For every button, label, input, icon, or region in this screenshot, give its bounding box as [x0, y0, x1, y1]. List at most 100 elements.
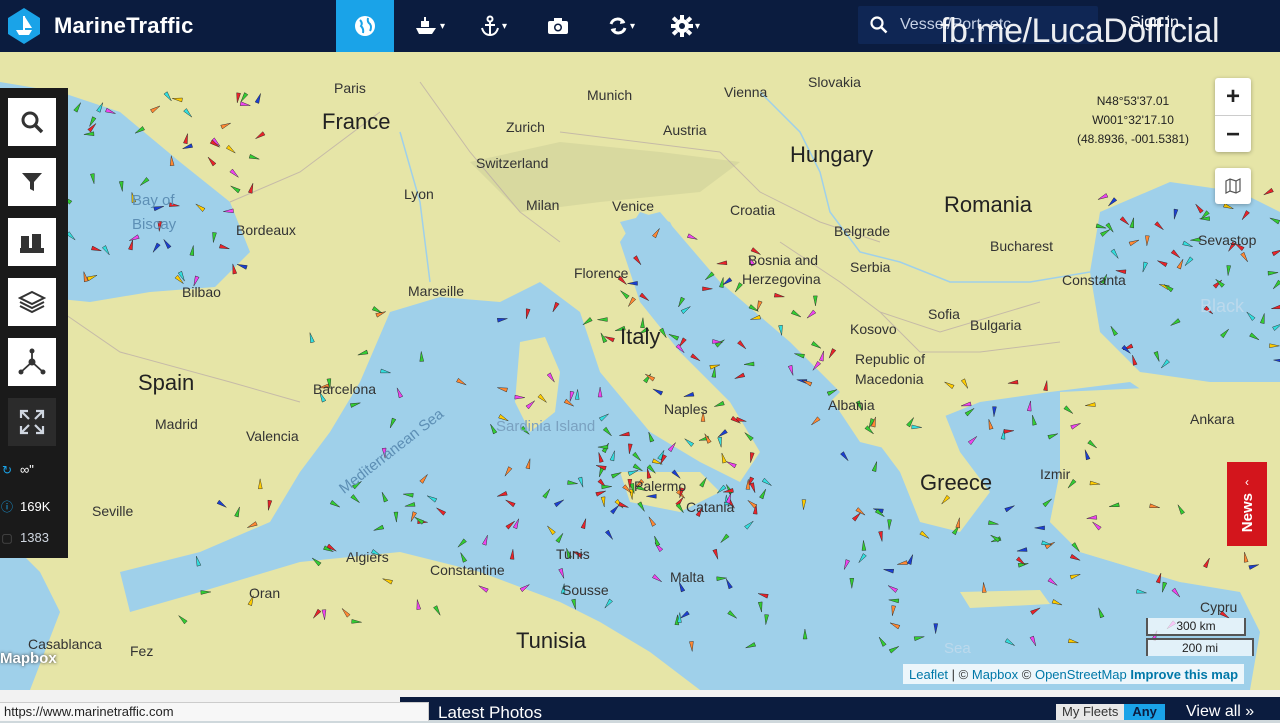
city-label: Marseille	[408, 283, 465, 299]
camera-icon	[547, 18, 568, 34]
layers-tool-button[interactable]	[8, 278, 56, 326]
mapbox-logo[interactable]: Mapbox	[0, 650, 57, 667]
city-label: Bucharest	[990, 238, 1054, 254]
city-label: Munich	[587, 87, 633, 103]
city-label: Valencia	[246, 428, 299, 444]
scale-mi: 200 mi	[1146, 638, 1254, 656]
nav-photos[interactable]	[526, 0, 590, 52]
city-label: Austria	[663, 122, 707, 138]
vessel-count-value: 169K	[20, 499, 51, 514]
fleet-filter[interactable]: My Fleets Any	[1056, 704, 1165, 720]
mapbox-link[interactable]: Mapbox	[972, 667, 1018, 682]
city-label: Bulgaria	[970, 317, 1022, 333]
chevron-down-icon: ▾	[440, 20, 446, 32]
sea-label: Biscay	[132, 216, 177, 233]
city-label: Zurich	[506, 119, 545, 135]
city-label: Sofia	[928, 306, 960, 322]
city-label: Vienna	[724, 84, 768, 100]
zoom-in-button[interactable]: +	[1215, 78, 1251, 116]
island-label: Sardinia Island	[496, 418, 596, 435]
city-label: Seville	[92, 503, 134, 519]
chevron-down-icon: ▾	[695, 20, 701, 32]
coord-decimal: (48.8936, -001.5381)	[1076, 132, 1190, 146]
news-label: News	[1238, 493, 1256, 533]
zoom-out-button[interactable]: −	[1215, 116, 1251, 153]
any-option[interactable]: Any	[1124, 704, 1165, 720]
city-label: Catania	[686, 499, 735, 515]
city-label: Belgrade	[834, 223, 891, 239]
city-label: Cypru	[1200, 599, 1238, 615]
info-icon: ⓘ	[0, 500, 13, 514]
improve-map-link[interactable]: Improve this map	[1130, 667, 1238, 682]
vessel-count: ⓘ 169K	[0, 498, 50, 515]
map-attribution: Leaflet | © Mapbox © OpenStreetMap Impro…	[903, 664, 1245, 684]
visible-count-value: 1383	[20, 530, 49, 545]
map-icon	[1225, 178, 1241, 194]
ship-icon	[416, 17, 437, 34]
country-label: Tunisia	[516, 628, 587, 653]
chevron-down-icon: ▾	[630, 20, 636, 32]
fullscreen-tool-button[interactable]	[8, 398, 56, 446]
city-label: Milan	[526, 197, 560, 213]
map-scale: 300 km 200 mi	[1146, 618, 1254, 656]
map-layers-button[interactable]	[1215, 168, 1251, 204]
visible-count: ▢ 1383	[0, 530, 49, 545]
city-label: Bordeaux	[236, 222, 296, 238]
nav-settings[interactable]: ▾	[654, 0, 718, 52]
city-label: Bilbao	[182, 284, 221, 300]
osm-link[interactable]: OpenStreetMap	[1035, 667, 1127, 682]
zoom-control: + −	[1215, 78, 1251, 152]
city-label: Barcelona	[313, 381, 377, 397]
chevron-down-icon: ▾	[502, 20, 508, 32]
watermark-text: fb.me/LucaDofficial	[940, 12, 1220, 50]
anchor-icon	[481, 15, 499, 37]
square-icon: ▢	[1, 530, 13, 545]
latest-photos-title: Latest Photos	[438, 703, 542, 722]
city-label: Naples	[664, 401, 708, 417]
fleet-tool-button[interactable]	[8, 218, 56, 266]
marinetraffic-logo-icon	[8, 8, 40, 44]
filter-icon	[22, 173, 42, 191]
brand-logo[interactable]: MarineTraffic	[0, 0, 194, 52]
fullscreen-icon	[19, 409, 45, 435]
my-fleets-option[interactable]: My Fleets	[1056, 704, 1125, 720]
city-label: Fez	[130, 643, 154, 659]
globe-icon	[354, 16, 375, 36]
sync-icon	[609, 17, 627, 35]
city-label: Lyon	[404, 186, 434, 202]
nav-vessels[interactable]: ▾	[398, 0, 462, 52]
measure-tool-button[interactable]	[8, 338, 56, 386]
country-label: Hungary	[790, 142, 874, 167]
leaflet-link[interactable]: Leaflet	[909, 667, 948, 682]
city-label: Izmir	[1040, 466, 1071, 482]
city-label: Florence	[574, 265, 629, 281]
search-icon	[21, 111, 44, 134]
news-tab[interactable]: ‹ News	[1227, 462, 1267, 546]
attrib-sep: ©	[1021, 666, 1032, 682]
filter-tool-button[interactable]	[8, 158, 56, 206]
city-label: Algiers	[346, 549, 389, 565]
view-all-link[interactable]: View all »	[1186, 703, 1254, 721]
layers-icon	[18, 290, 46, 314]
refresh-interval[interactable]: ↻ ∞"	[0, 462, 34, 477]
attrib-sep: | ©	[951, 666, 969, 682]
search-icon	[870, 16, 888, 34]
map-tools-sidebar: ↻ ∞" ⓘ 169K ▢ 1383	[0, 88, 68, 558]
main-nav: ▾ ▾ ▾ ▾	[335, 0, 718, 52]
nav-services[interactable]: ▾	[590, 0, 654, 52]
gear-icon	[671, 15, 694, 37]
nav-live-map[interactable]	[335, 0, 394, 52]
country-label: Italy	[620, 324, 661, 349]
live-map[interactable]: France Italy Spain Hungary Romania Greec…	[0, 52, 1280, 690]
city-label: Venice	[612, 198, 655, 214]
city-label: Tunis	[556, 546, 590, 562]
brand-name: MarineTraffic	[54, 13, 194, 38]
city-label: Serbia	[850, 259, 891, 275]
city-label: Constantine	[430, 562, 505, 578]
country-label: Romania	[944, 192, 1033, 217]
city-label: Malta	[670, 569, 705, 585]
nav-ports[interactable]: ▾	[462, 0, 526, 52]
search-tool-button[interactable]	[8, 98, 56, 146]
city-label: Albania	[828, 397, 875, 413]
city-label: Croatia	[730, 202, 776, 218]
